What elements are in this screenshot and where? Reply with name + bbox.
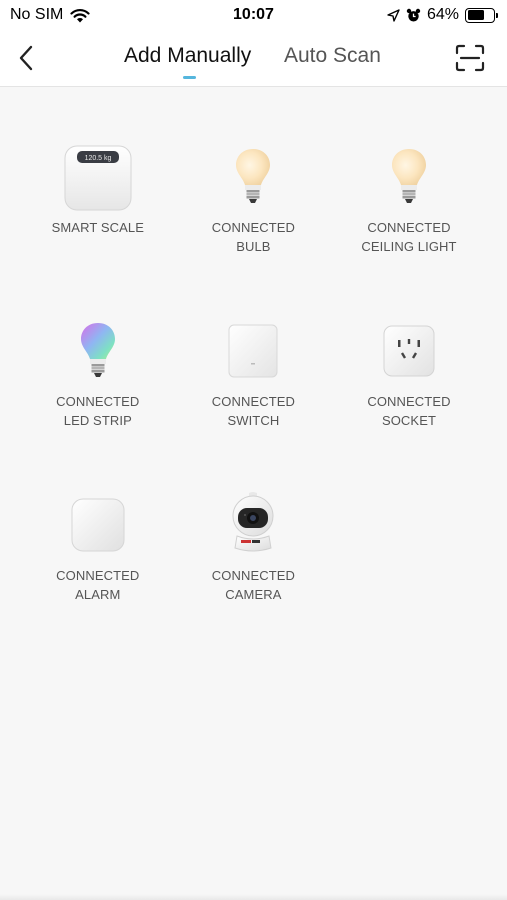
socket-icon: [372, 314, 446, 388]
device-label: CONNECTED LED STRIP: [56, 394, 140, 428]
back-button[interactable]: [14, 43, 40, 73]
active-tab-indicator: [183, 76, 196, 79]
device-grid: 120.5 kg SMART SCALE CONNECTED BULB CONN…: [20, 140, 487, 662]
device-ceiling-light[interactable]: CONNECTED CEILING LIGHT: [331, 140, 487, 314]
battery-percent: 64%: [426, 6, 459, 23]
bottom-edge: [0, 894, 507, 900]
scan-qr-button[interactable]: [455, 44, 485, 72]
alarm-clock-icon: [406, 8, 421, 21]
ceiling-light-icon: [372, 140, 446, 214]
camera-icon: [216, 488, 290, 562]
device-label: SMART SCALE: [51, 220, 144, 235]
header: Add Manually Auto Scan: [0, 30, 507, 87]
status-bar: No SIM 10:07 64%: [0, 0, 507, 30]
scale-display-text: 120.5 kg: [84, 155, 111, 162]
device-smart-scale[interactable]: 120.5 kg SMART SCALE: [20, 140, 176, 314]
device-camera[interactable]: CONNECTED CAMERA: [176, 488, 332, 662]
battery-fill: [467, 10, 484, 20]
tab-add-manually[interactable]: Add Manually: [124, 44, 251, 68]
device-led-strip[interactable]: CONNECTED LED STRIP: [20, 314, 176, 488]
device-switch[interactable]: CONNECTED SWITCH: [176, 314, 332, 488]
device-label: CONNECTED CAMERA: [211, 568, 296, 602]
tab-auto-scan[interactable]: Auto Scan: [284, 44, 381, 68]
device-row: CONNECTED LED STRIP CONNECTED SWITCH CON…: [20, 314, 487, 488]
scan-icon: [455, 44, 485, 72]
chevron-left-icon: [19, 45, 33, 71]
alarm-icon: [61, 488, 135, 562]
device-label: CONNECTED SOCKET: [367, 394, 451, 428]
device-bulb[interactable]: CONNECTED BULB: [176, 140, 332, 314]
device-label: CONNECTED BULB: [211, 220, 296, 254]
device-row: 120.5 kg SMART SCALE CONNECTED BULB CONN…: [20, 140, 487, 314]
status-right: 64%: [387, 6, 498, 24]
battery-cap: [496, 12, 498, 18]
device-socket[interactable]: CONNECTED SOCKET: [331, 314, 487, 488]
device-label: CONNECTED CEILING LIGHT: [361, 220, 457, 254]
battery-icon: [465, 7, 498, 23]
device-label: CONNECTED ALARM: [56, 568, 140, 602]
device-row: CONNECTED ALARM CONNECTED CAMERA: [20, 488, 487, 662]
device-label: CONNECTED SWITCH: [211, 394, 296, 428]
device-alarm[interactable]: CONNECTED ALARM: [20, 488, 176, 662]
smart-scale-icon: 120.5 kg: [61, 140, 135, 214]
led-strip-icon: [61, 314, 135, 388]
location-arrow-icon: [387, 8, 400, 22]
bulb-icon: [216, 140, 290, 214]
switch-icon: [216, 314, 290, 388]
